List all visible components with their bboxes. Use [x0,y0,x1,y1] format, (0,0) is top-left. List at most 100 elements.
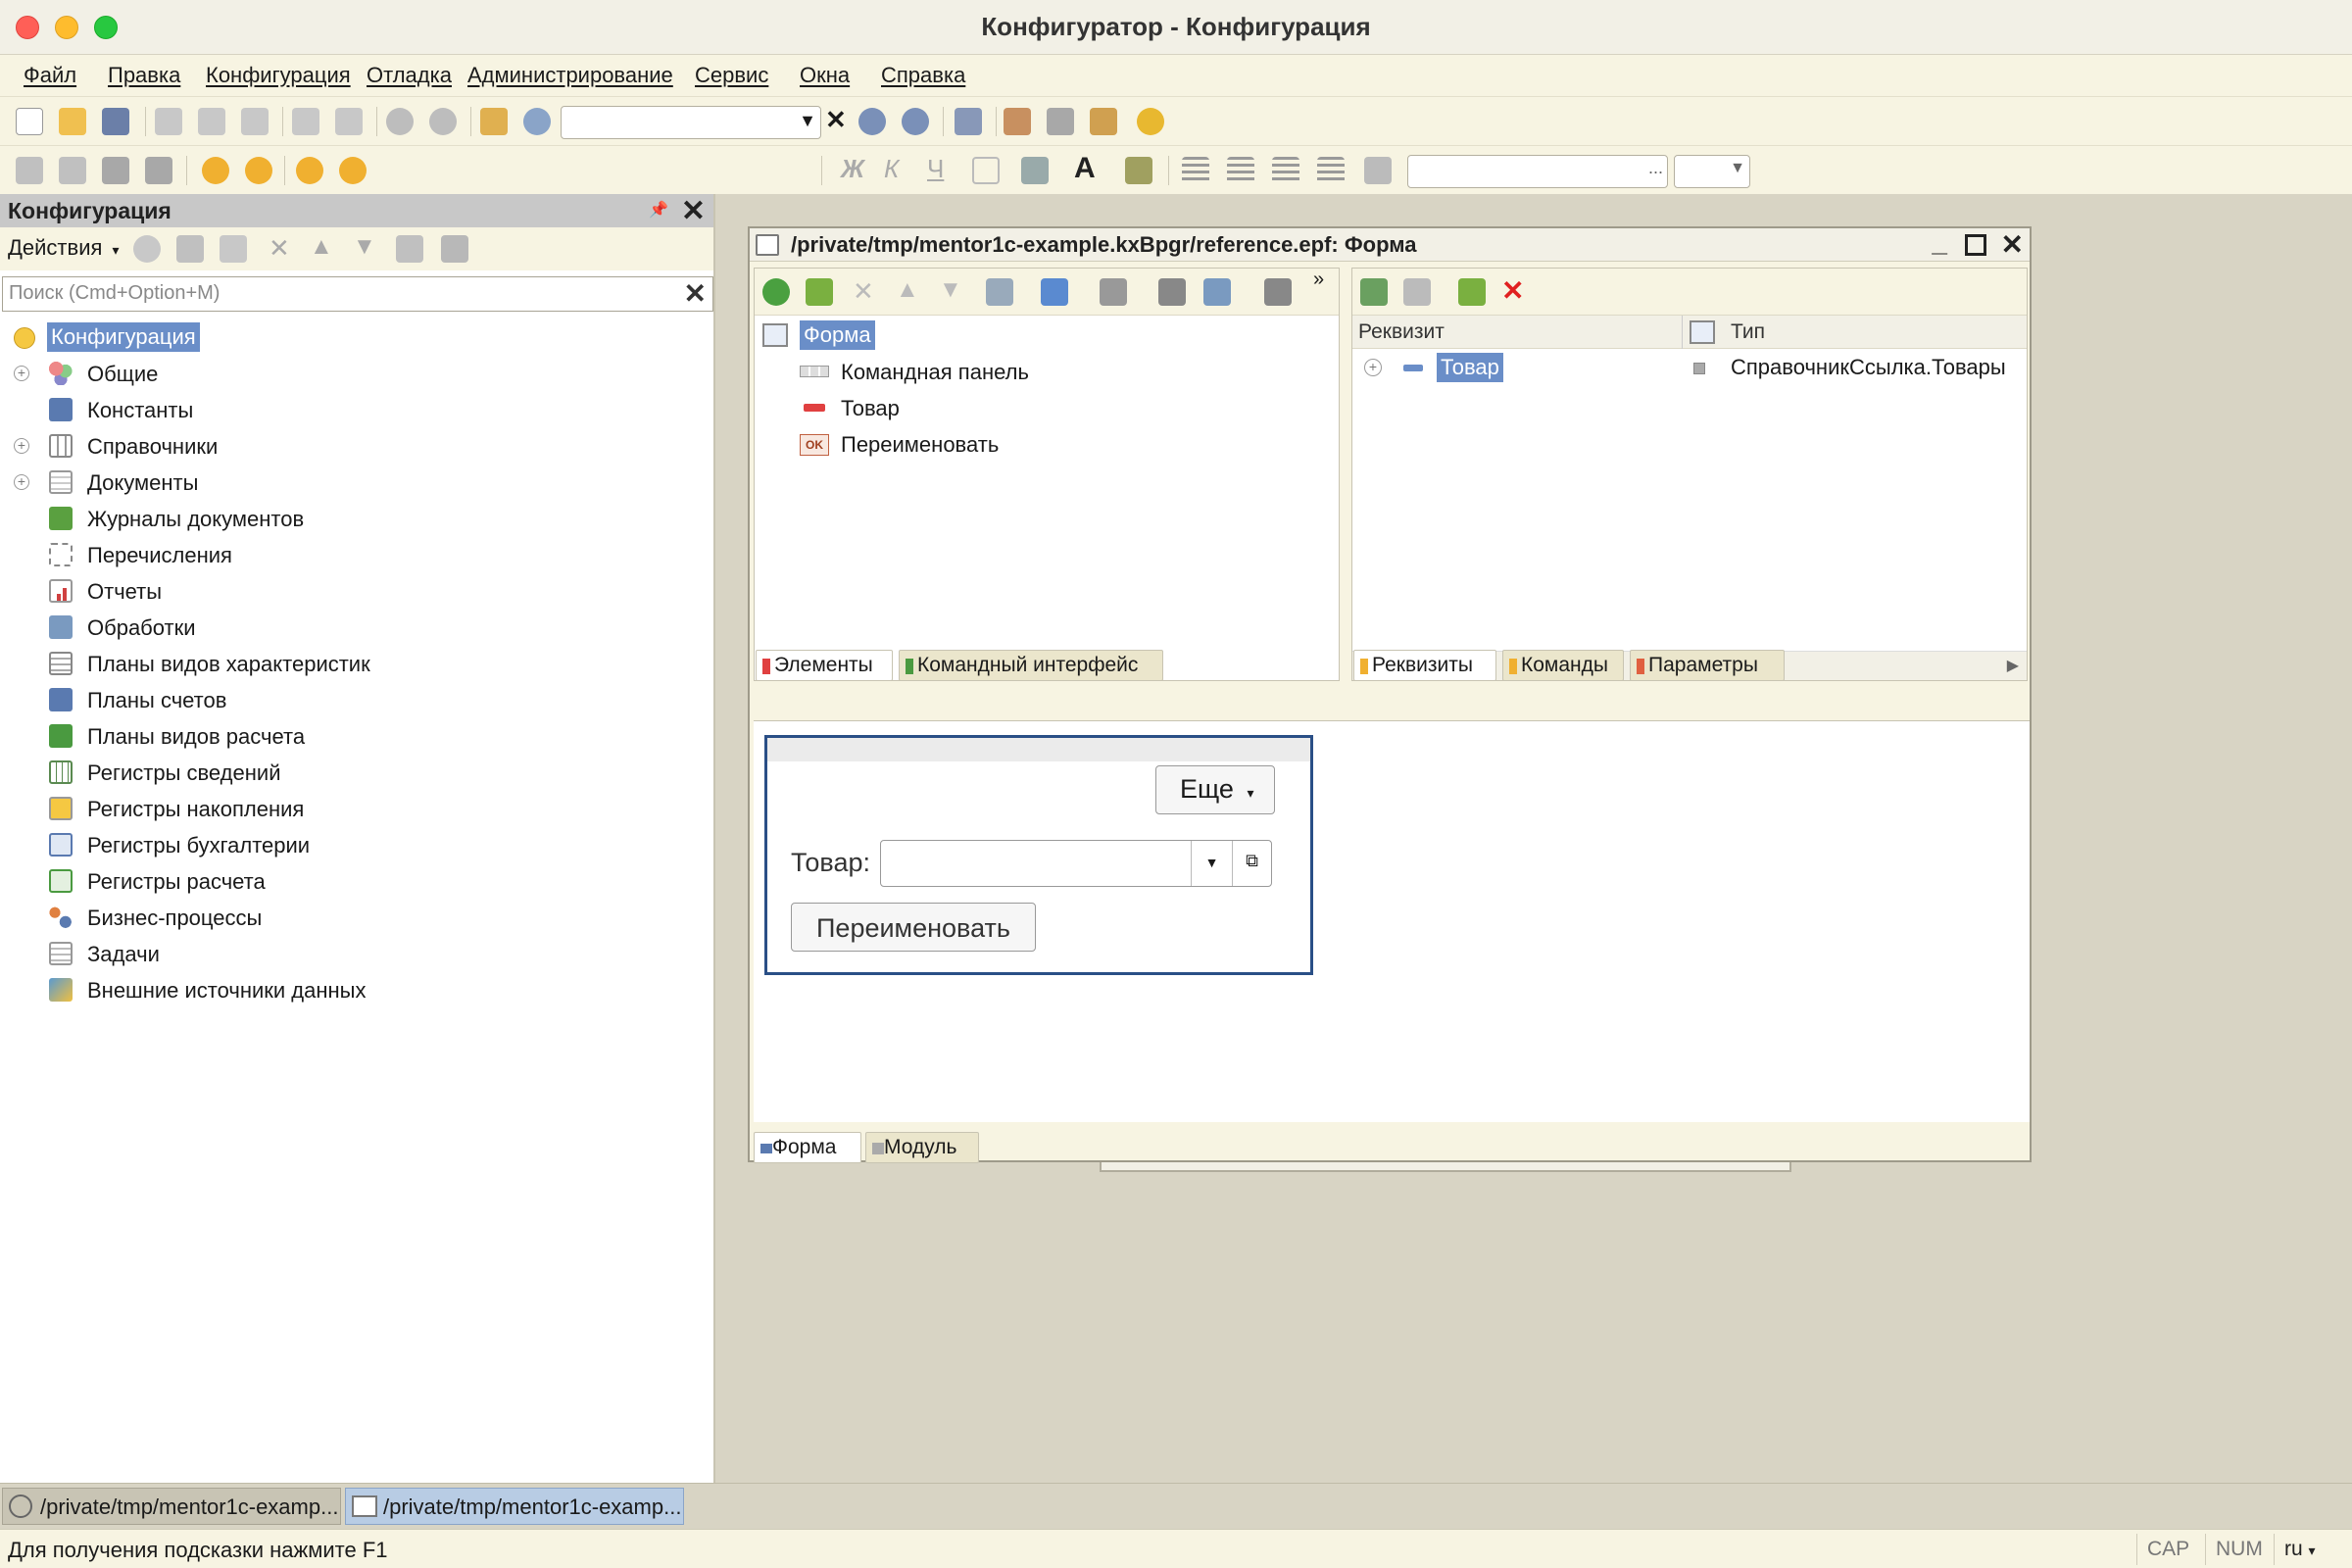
tree-item-tasks[interactable]: Задачи [0,936,711,972]
edit-icon[interactable] [176,235,204,263]
debug-start-icon[interactable] [296,157,323,184]
delete-icon[interactable]: ✕ [1501,274,1524,307]
language-indicator[interactable]: ru ▾ [2274,1534,2326,1565]
menu-debug[interactable]: Отладка [367,63,452,88]
tree-item-acc-registers[interactable]: Регистры бухгалтерии [0,827,711,863]
font-field[interactable]: ... [1407,155,1668,188]
move-up-icon[interactable]: ▲ [310,233,333,261]
tree-item-reports[interactable]: Отчеты [0,573,711,610]
edit-icon[interactable] [1458,278,1486,306]
tree-item-documents[interactable]: + Документы [0,465,711,501]
move-up-icon[interactable]: ▲ [896,276,919,304]
tab-attributes[interactable]: Реквизиты [1353,650,1496,681]
tree-item-external-sources[interactable]: Внешние источники данных [0,972,711,1008]
tree-item-dataprocessors[interactable]: Обработки [0,610,711,646]
pin-icon[interactable]: 📌 [649,200,668,220]
syntax-assistant-icon[interactable] [1090,108,1117,135]
close-icon[interactable]: ✕ [2001,228,2024,261]
refresh-icon[interactable] [1158,278,1186,306]
copy-icon[interactable] [198,108,225,135]
tab-form[interactable]: Форма [754,1132,861,1163]
tab-module[interactable]: Модуль [865,1132,979,1163]
align-left-icon[interactable] [1182,157,1209,184]
info-icon[interactable] [1137,108,1164,135]
open-window-tab-2[interactable]: /private/tmp/mentor1c-examp... [345,1488,684,1525]
paste-icon[interactable] [241,108,269,135]
expand-icon[interactable]: + [14,438,29,454]
align-center-icon[interactable] [1227,157,1254,184]
redo-icon[interactable] [429,108,457,135]
clear-search-icon[interactable]: ✕ [825,105,847,135]
element-root[interactable]: Форма [755,318,1339,354]
copy-object-icon[interactable] [220,235,247,263]
config-close-icon[interactable] [59,157,86,184]
fill-color-icon[interactable] [1021,157,1049,184]
resize-icon[interactable] [1264,278,1292,306]
fields-icon[interactable] [986,278,1013,306]
find-in-tree-icon[interactable] [480,108,508,135]
clear-search-icon[interactable]: ✕ [684,277,707,310]
database-icon[interactable] [102,157,129,184]
minimize-icon[interactable]: _ [1932,226,1947,258]
menu-help[interactable]: Справка [881,63,965,88]
tree-item-catalogs[interactable]: + Справочники [0,428,711,465]
menu-file[interactable]: Файл [24,63,76,88]
chevron-down-icon[interactable]: ▼ [799,111,816,131]
border-icon[interactable] [972,157,1000,184]
menu-configuration[interactable]: Конфигурация [206,63,351,88]
new-icon[interactable] [16,108,43,135]
element-rename-button[interactable]: OK Переименовать [755,426,1339,463]
print-icon[interactable] [292,108,319,135]
add-column-icon[interactable] [1403,278,1431,306]
expand-icon[interactable]: + [14,474,29,490]
format-icon[interactable] [1364,157,1392,184]
highlight-icon[interactable] [1125,157,1152,184]
tree-item-info-registers[interactable]: Регистры сведений [0,755,711,791]
delete-icon[interactable]: ✕ [853,276,874,307]
tree-item-accum-registers[interactable]: Регистры накопления [0,791,711,827]
maximize-icon[interactable] [1965,234,1986,256]
add-table-icon[interactable] [1100,278,1127,306]
element-command-panel[interactable]: Командная панель [755,354,1339,390]
menu-edit[interactable]: Правка [108,63,180,88]
tab-parameters[interactable]: Параметры [1630,650,1785,681]
print-preview-icon[interactable] [335,108,363,135]
tree-item-common[interactable]: + Общие [0,356,711,392]
tree-item-chart-of-accounts[interactable]: Планы счетов [0,682,711,718]
add-attribute-icon[interactable] [1360,278,1388,306]
table-icon[interactable] [145,157,172,184]
product-input[interactable]: ▼ ⧉ [880,840,1272,887]
expand-icon[interactable]: + [14,366,29,381]
expand-icon[interactable]: + [1364,359,1382,376]
overflow-icon[interactable]: » [1313,269,1324,291]
tree-item-calc-registers[interactable]: Регистры расчета [0,863,711,900]
move-down-icon[interactable]: ▼ [353,233,376,261]
bold-icon[interactable]: Ж [841,154,864,184]
tree-item-enums[interactable]: Перечисления [0,537,711,573]
font-color-icon[interactable]: A [1074,152,1096,185]
tree-item-constants[interactable]: Константы [0,392,711,428]
config-open-icon[interactable] [16,157,43,184]
menu-administration[interactable]: Администрирование [467,63,673,88]
chevron-down-icon[interactable]: ▾ [113,242,120,258]
open-icon[interactable]: ⧉ [1232,841,1271,886]
actions-menu[interactable]: Действия [8,235,102,260]
search-icon[interactable] [523,108,551,135]
justify-icon[interactable] [1317,157,1345,184]
align-right-icon[interactable] [1272,157,1299,184]
open-icon[interactable] [59,108,86,135]
add-icon[interactable] [133,235,161,263]
tree-root[interactable]: Конфигурация [0,319,711,356]
form-preview[interactable]: Еще ▾ Товар: ▼ ⧉ Переименовать [764,735,1313,975]
rename-button[interactable]: Переименовать [791,903,1036,952]
underline-icon[interactable]: Ч [927,154,944,184]
preview-icon[interactable] [1203,278,1231,306]
help-search-icon[interactable] [1047,108,1074,135]
run-icon[interactable] [202,157,229,184]
italic-icon[interactable]: К [884,154,899,184]
undo-icon[interactable] [386,108,414,135]
search-field[interactable]: ▼ [561,106,821,139]
sort-icon[interactable] [396,235,423,263]
assistant-icon[interactable] [1004,108,1031,135]
move-down-icon[interactable]: ▼ [939,276,962,304]
